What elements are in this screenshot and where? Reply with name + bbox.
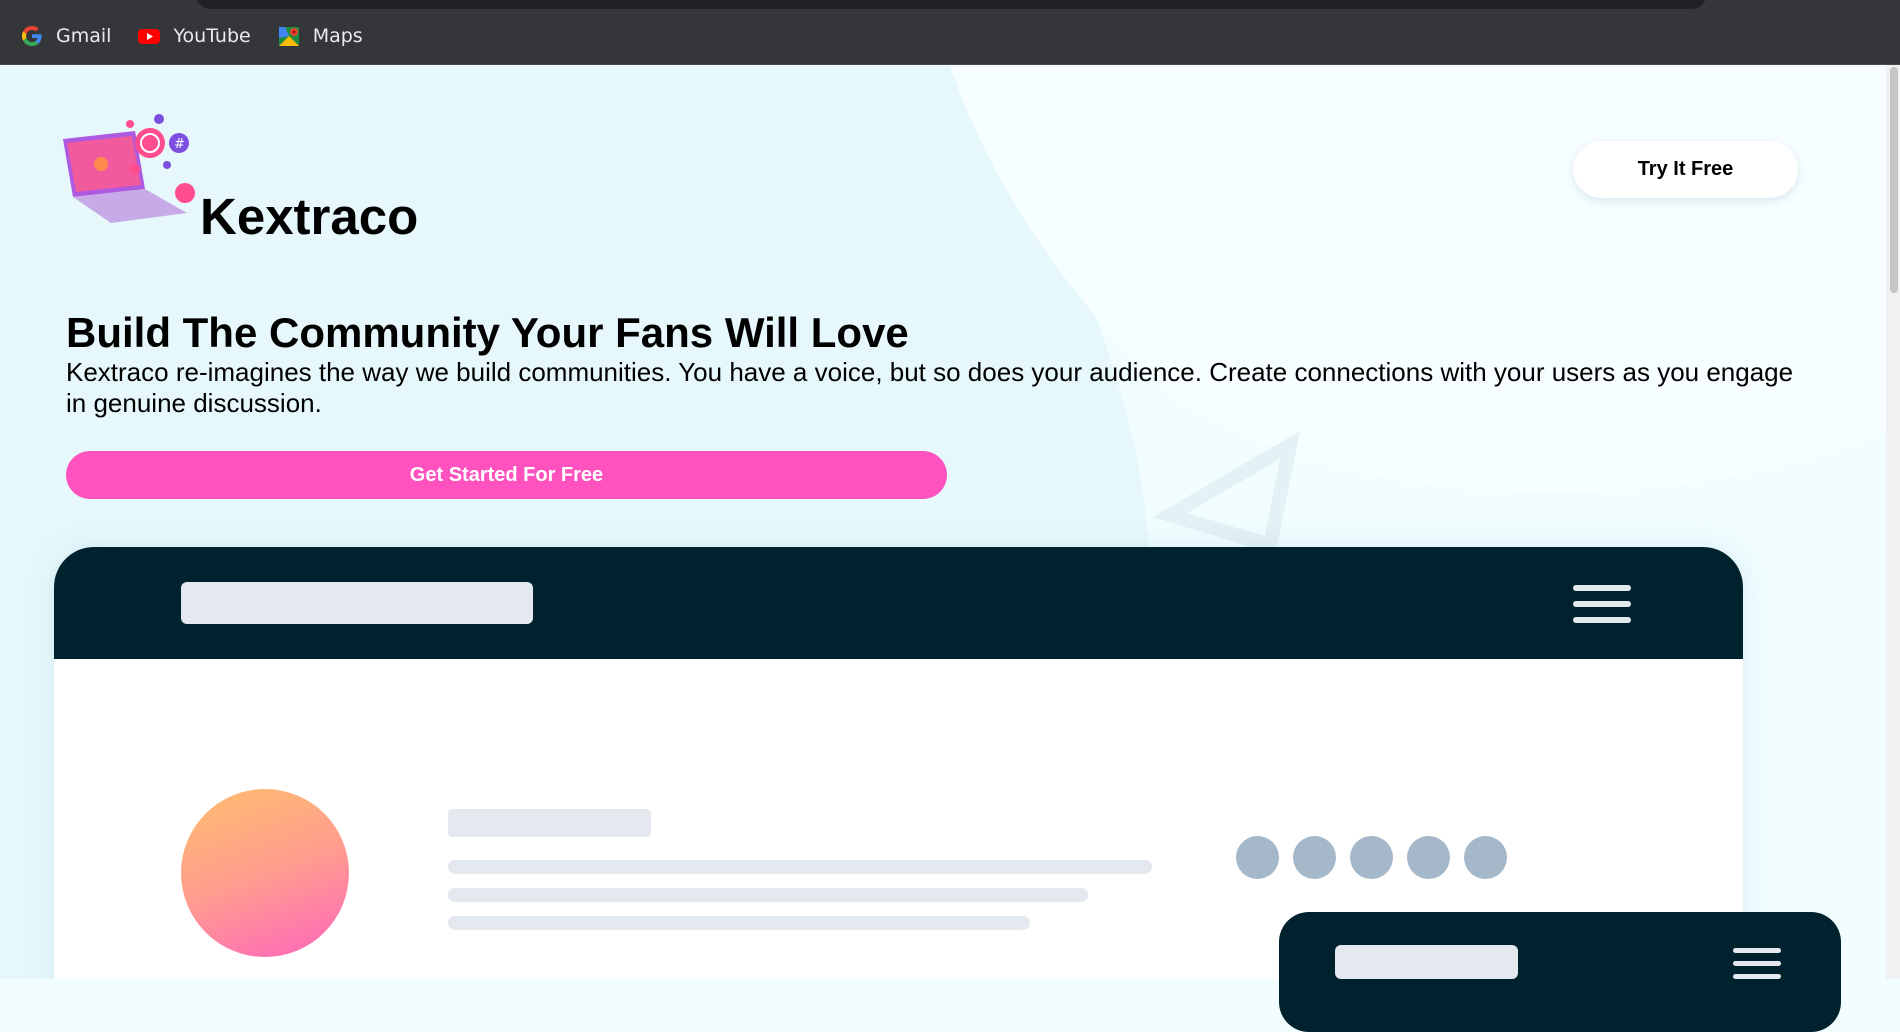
bookmark-label: Maps xyxy=(312,25,363,47)
mockup-dot xyxy=(1464,836,1507,879)
google-icon xyxy=(22,26,42,46)
mockup-avatar xyxy=(181,789,349,957)
bookmark-label: YouTube xyxy=(173,25,251,47)
mockup-search-placeholder xyxy=(181,582,533,624)
mobile-menu-icon xyxy=(1733,948,1781,980)
bookmark-maps[interactable]: Maps xyxy=(277,24,363,48)
get-started-button[interactable]: Get Started For Free xyxy=(66,451,947,499)
mockup-dot xyxy=(1350,836,1393,879)
mockup-skeleton-line xyxy=(448,916,1030,930)
bookmark-youtube[interactable]: YouTube xyxy=(137,24,251,48)
browser-bookmarks-bar: Gmail YouTube Maps xyxy=(0,0,1900,65)
mockup-dot xyxy=(1236,836,1279,879)
youtube-icon xyxy=(138,29,161,44)
mockup-dot xyxy=(1293,836,1336,879)
svg-text:#: # xyxy=(174,137,185,152)
brand-name: Kextraco xyxy=(200,188,419,245)
address-bar-edge[interactable] xyxy=(195,0,1707,9)
mockup-skeleton-line xyxy=(448,888,1088,902)
mockup-header xyxy=(54,547,1743,659)
landing-page: # Kextraco Try It Free Build The Communi… xyxy=(0,65,1900,979)
mockup-skeleton-title xyxy=(448,809,651,837)
maps-icon xyxy=(278,27,299,46)
hero-title: Build The Community Your Fans Will Love xyxy=(66,309,909,356)
brand-logo-laptop-icon: # xyxy=(63,114,195,223)
bookmark-gmail[interactable]: Gmail xyxy=(20,24,111,48)
mockup-dot xyxy=(1407,836,1450,879)
bookmark-label: Gmail xyxy=(56,25,112,47)
mockup-skeleton-line xyxy=(448,860,1152,874)
try-it-free-button[interactable]: Try It Free xyxy=(1573,141,1798,198)
page-scrollbar[interactable] xyxy=(1886,65,1900,979)
bookmark-list: Gmail YouTube Maps xyxy=(20,24,363,48)
mockup-dot-row xyxy=(1236,836,1507,879)
mockup-menu-icon xyxy=(1573,585,1631,625)
mobile-search-placeholder xyxy=(1335,945,1518,979)
hero-description: Kextraco re-imagines the way we build co… xyxy=(66,357,1794,418)
scrollbar-thumb[interactable] xyxy=(1890,67,1898,293)
mockup-mobile-card xyxy=(1279,912,1841,1032)
